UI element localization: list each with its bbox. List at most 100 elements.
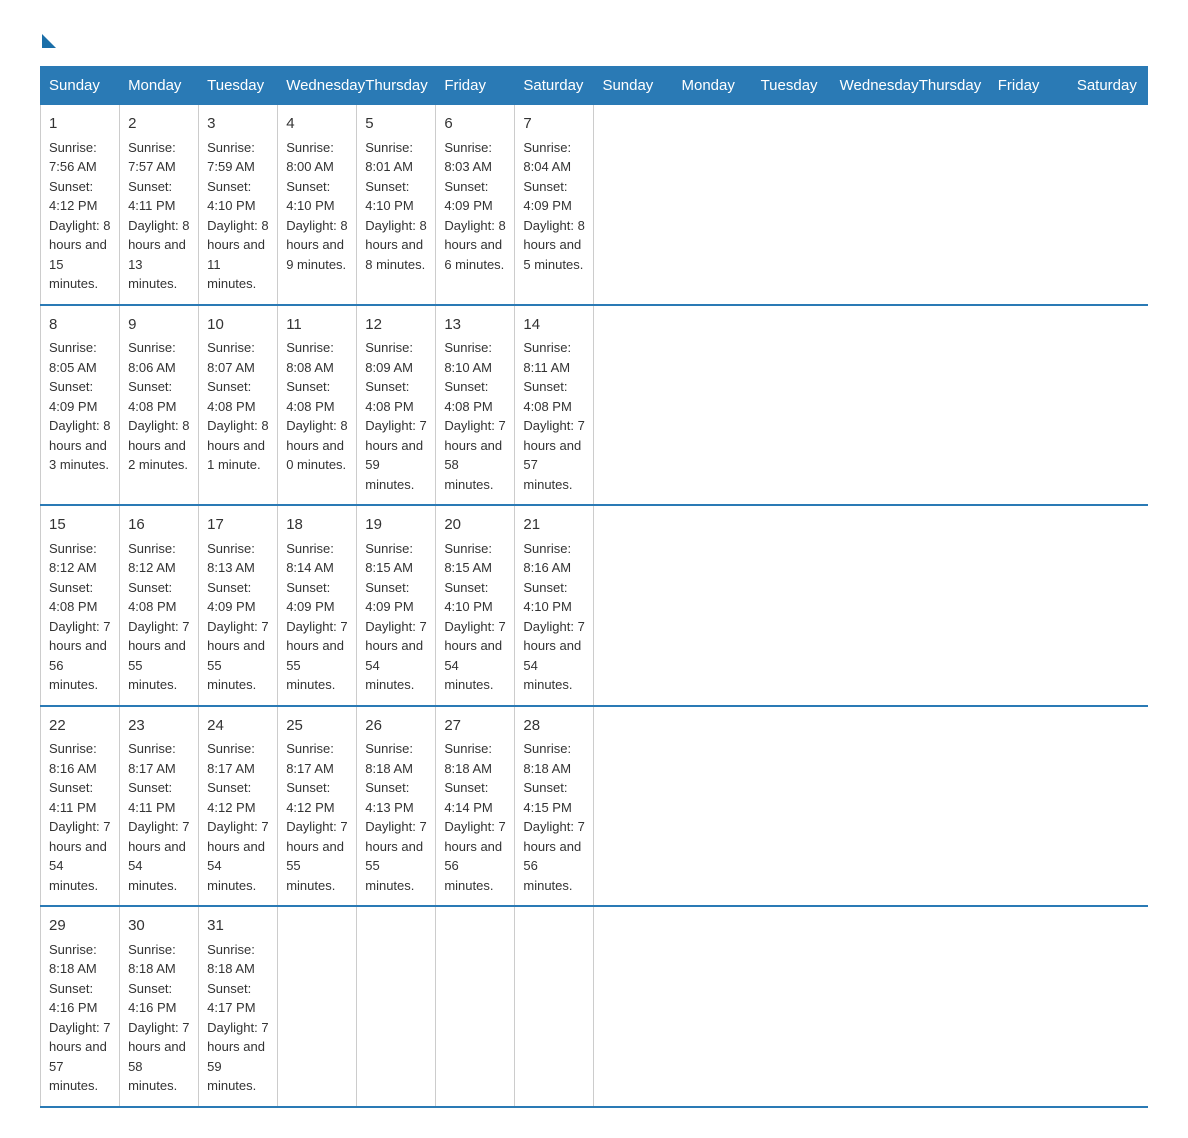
daylight-label: Daylight: 8 hours and 1 minute. [207,418,268,472]
sunrise-label: Sunrise: 7:56 AM [49,140,97,175]
sunrise-label: Sunrise: 8:12 AM [49,541,97,576]
header-day-thursday: Thursday [357,67,436,105]
day-number: 23 [128,715,190,738]
header-monday: Monday [673,67,752,105]
sunrise-label: Sunrise: 8:05 AM [49,340,97,375]
daylight-label: Daylight: 7 hours and 55 minutes. [128,619,189,693]
header-tuesday: Tuesday [752,67,831,105]
calendar-cell: 1 Sunrise: 7:56 AM Sunset: 4:12 PM Dayli… [41,105,120,305]
sunset-label: Sunset: 4:08 PM [444,379,492,414]
header-day-friday: Friday [436,67,515,105]
sunset-label: Sunset: 4:09 PM [444,179,492,214]
calendar-cell: 6 Sunrise: 8:03 AM Sunset: 4:09 PM Dayli… [436,105,515,305]
sunrise-label: Sunrise: 8:17 AM [128,741,176,776]
day-number: 14 [523,314,585,337]
day-number: 19 [365,514,427,537]
header-day-saturday: Saturday [515,67,594,105]
sunset-label: Sunset: 4:10 PM [444,580,492,615]
calendar-cell: 10 Sunrise: 8:07 AM Sunset: 4:08 PM Dayl… [199,305,278,506]
daylight-label: Daylight: 8 hours and 9 minutes. [286,218,347,272]
day-number: 30 [128,915,190,938]
calendar-cell: 3 Sunrise: 7:59 AM Sunset: 4:10 PM Dayli… [199,105,278,305]
calendar-week-3: 15 Sunrise: 8:12 AM Sunset: 4:08 PM Dayl… [41,505,1148,706]
header-day-sunday: Sunday [41,67,120,105]
daylight-label: Daylight: 8 hours and 11 minutes. [207,218,268,292]
sunset-label: Sunset: 4:09 PM [523,179,571,214]
sunset-label: Sunset: 4:11 PM [49,780,96,815]
day-number: 25 [286,715,348,738]
sunset-label: Sunset: 4:10 PM [207,179,255,214]
calendar-cell: 12 Sunrise: 8:09 AM Sunset: 4:08 PM Dayl… [357,305,436,506]
daylight-label: Daylight: 7 hours and 54 minutes. [365,619,426,693]
sunrise-label: Sunrise: 7:59 AM [207,140,255,175]
sunrise-label: Sunrise: 8:07 AM [207,340,255,375]
sunset-label: Sunset: 4:10 PM [365,179,413,214]
sunrise-label: Sunrise: 8:15 AM [444,541,492,576]
day-number: 26 [365,715,427,738]
sunrise-label: Sunrise: 8:13 AM [207,541,255,576]
daylight-label: Daylight: 8 hours and 0 minutes. [286,418,347,472]
header-thursday: Thursday [910,67,989,105]
daylight-label: Daylight: 8 hours and 6 minutes. [444,218,505,272]
day-number: 17 [207,514,269,537]
calendar-cell: 19 Sunrise: 8:15 AM Sunset: 4:09 PM Dayl… [357,505,436,706]
sunrise-label: Sunrise: 8:16 AM [49,741,97,776]
day-number: 4 [286,113,348,136]
sunset-label: Sunset: 4:08 PM [365,379,413,414]
daylight-label: Daylight: 7 hours and 56 minutes. [523,819,584,893]
header-saturday: Saturday [1068,67,1147,105]
header-wednesday: Wednesday [831,67,910,105]
calendar-cell: 29 Sunrise: 8:18 AM Sunset: 4:16 PM Dayl… [41,906,120,1107]
calendar-cell: 23 Sunrise: 8:17 AM Sunset: 4:11 PM Dayl… [120,706,199,907]
daylight-label: Daylight: 7 hours and 55 minutes. [286,619,347,693]
sunrise-label: Sunrise: 8:17 AM [207,741,255,776]
daylight-label: Daylight: 8 hours and 2 minutes. [128,418,189,472]
sunset-label: Sunset: 4:15 PM [523,780,571,815]
day-number: 29 [49,915,111,938]
daylight-label: Daylight: 7 hours and 55 minutes. [207,619,268,693]
day-number: 11 [286,314,348,337]
day-number: 6 [444,113,506,136]
day-number: 20 [444,514,506,537]
sunrise-label: Sunrise: 8:06 AM [128,340,176,375]
sunrise-label: Sunrise: 8:18 AM [128,942,176,977]
sunset-label: Sunset: 4:11 PM [128,179,175,214]
calendar-cell: 30 Sunrise: 8:18 AM Sunset: 4:16 PM Dayl… [120,906,199,1107]
daylight-label: Daylight: 7 hours and 54 minutes. [523,619,584,693]
sunset-label: Sunset: 4:08 PM [207,379,255,414]
daylight-label: Daylight: 8 hours and 5 minutes. [523,218,584,272]
calendar-cell: 15 Sunrise: 8:12 AM Sunset: 4:08 PM Dayl… [41,505,120,706]
daylight-label: Daylight: 7 hours and 56 minutes. [444,819,505,893]
header-day-monday: Monday [120,67,199,105]
calendar-cell: 14 Sunrise: 8:11 AM Sunset: 4:08 PM Dayl… [515,305,594,506]
day-number: 1 [49,113,111,136]
sunrise-label: Sunrise: 8:03 AM [444,140,492,175]
sunrise-label: Sunrise: 8:14 AM [286,541,334,576]
calendar-cell: 27 Sunrise: 8:18 AM Sunset: 4:14 PM Dayl… [436,706,515,907]
sunset-label: Sunset: 4:08 PM [128,379,176,414]
sunrise-label: Sunrise: 8:00 AM [286,140,334,175]
day-number: 13 [444,314,506,337]
daylight-label: Daylight: 7 hours and 58 minutes. [128,1020,189,1094]
sunset-label: Sunset: 4:17 PM [207,981,255,1016]
day-number: 8 [49,314,111,337]
calendar-cell: 25 Sunrise: 8:17 AM Sunset: 4:12 PM Dayl… [278,706,357,907]
sunrise-label: Sunrise: 8:08 AM [286,340,334,375]
sunset-label: Sunset: 4:14 PM [444,780,492,815]
daylight-label: Daylight: 7 hours and 54 minutes. [444,619,505,693]
calendar-week-5: 29 Sunrise: 8:18 AM Sunset: 4:16 PM Dayl… [41,906,1148,1107]
day-number: 16 [128,514,190,537]
daylight-label: Daylight: 7 hours and 55 minutes. [286,819,347,893]
sunset-label: Sunset: 4:09 PM [286,580,334,615]
sunrise-label: Sunrise: 8:18 AM [207,942,255,977]
calendar-cell [278,906,357,1107]
daylight-label: Daylight: 8 hours and 3 minutes. [49,418,110,472]
logo-arrow-icon [42,34,56,48]
calendar-cell [357,906,436,1107]
daylight-label: Daylight: 7 hours and 57 minutes. [49,1020,110,1094]
page-header [40,30,1148,46]
calendar-cell: 20 Sunrise: 8:15 AM Sunset: 4:10 PM Dayl… [436,505,515,706]
sunset-label: Sunset: 4:16 PM [128,981,176,1016]
daylight-label: Daylight: 7 hours and 57 minutes. [523,418,584,492]
calendar-week-4: 22 Sunrise: 8:16 AM Sunset: 4:11 PM Dayl… [41,706,1148,907]
